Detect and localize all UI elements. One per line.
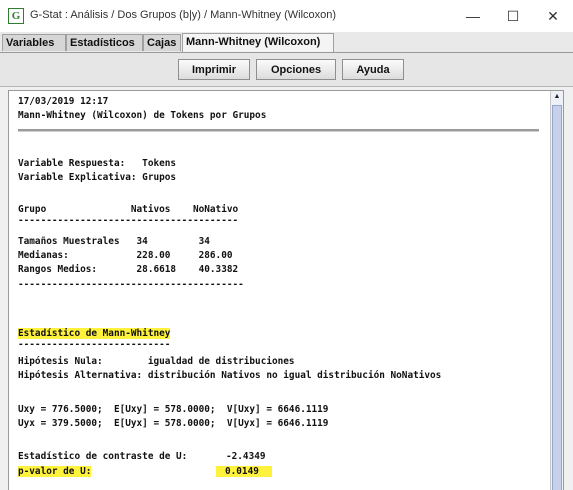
contrast-statistic-label: Estadístico de contraste de U: <box>18 451 188 462</box>
tab-estadisticos[interactable]: Estadísticos <box>66 34 143 51</box>
tab-variables[interactable]: Variables <box>2 34 66 51</box>
response-variable: Variable Respuesta: Tokens <box>18 158 177 169</box>
table-row: Tamaños Muestrales 34 34 <box>18 236 210 247</box>
contrast-statistic-value: -2.4349 <box>226 451 266 462</box>
pvalue-value: 0.0149 <box>216 466 272 477</box>
vertical-scrollbar[interactable]: ▲ <box>550 91 563 490</box>
app-icon: G <box>8 8 24 24</box>
minimize-button[interactable]: — <box>453 0 493 32</box>
uyx-line: Uyx = 379.5000; E[Uyx] = 578.0000; V[Uyx… <box>18 418 329 429</box>
tab-bar: Variables Estadísticos Cajas Mann-Whitne… <box>0 32 573 53</box>
close-button[interactable]: ✕ <box>533 0 573 32</box>
uxy-line: Uxy = 776.5000; E[Uxy] = 578.0000; V[Uxy… <box>18 404 329 415</box>
heading-divider <box>18 129 539 132</box>
table-row: Rangos Medios: 28.6618 40.3382 <box>18 264 239 275</box>
alternative-hypothesis: Hipótesis Alternativa: distribución Nati… <box>18 370 442 381</box>
pvalue-value-row: 0.0149 <box>216 466 272 478</box>
options-button[interactable]: Opciones <box>256 59 336 80</box>
maximize-button[interactable]: ☐ <box>493 0 533 32</box>
tab-mann-whitney[interactable]: Mann-Whitney (Wilcoxon) <box>182 33 334 52</box>
tab-cajas[interactable]: Cajas <box>143 34 181 51</box>
report-datetime: 17/03/2019 12:17 <box>18 96 109 107</box>
toolbar: Imprimir Opciones Ayuda <box>0 53 573 87</box>
help-button[interactable]: Ayuda <box>342 59 404 80</box>
statistic-title-text: Estadístico de Mann-Whitney <box>18 328 171 339</box>
table-end-divider: ---------------------------------------- <box>18 279 244 290</box>
report-heading: Mann-Whitney (Wilcoxon) de Tokens por Gr… <box>18 110 267 121</box>
report-panel[interactable]: 17/03/2019 12:17 Mann-Whitney (Wilcoxon)… <box>8 90 564 490</box>
print-button[interactable]: Imprimir <box>178 59 250 80</box>
scrollbar-thumb[interactable] <box>552 105 562 490</box>
statistic-underline: --------------------------- <box>18 339 171 350</box>
pvalue-label: p-valor de U: <box>18 466 92 477</box>
table-divider: --------------------------------------- <box>18 215 239 226</box>
explanatory-variable: Variable Explicativa: Grupos <box>18 172 177 183</box>
window-title: G-Stat : Análisis / Dos Grupos (b|y) / M… <box>30 9 337 21</box>
title-bar: G G-Stat : Análisis / Dos Grupos (b|y) /… <box>0 0 573 32</box>
pvalue-label-row: p-valor de U: <box>18 466 208 478</box>
table-row: Medianas: 228.00 286.00 <box>18 250 233 261</box>
null-hypothesis: Hipótesis Nula: igualdad de distribucion… <box>18 356 295 367</box>
scroll-up-icon[interactable]: ▲ <box>552 92 562 102</box>
